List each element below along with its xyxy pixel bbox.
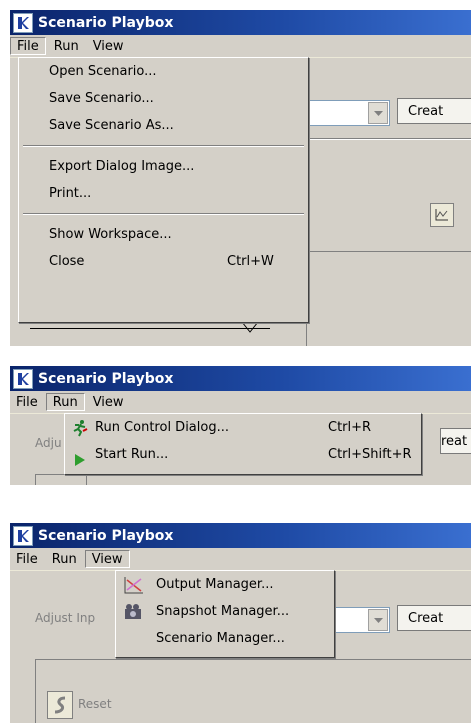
panel-run-menu: Scenario Playbox File Run View Adju reat… <box>10 366 471 485</box>
menu-item-label: Open Scenario... <box>49 64 157 79</box>
menu-item-label: Scenario Manager... <box>156 631 285 646</box>
window-title: Scenario Playbox <box>38 370 174 387</box>
window-title: Scenario Playbox <box>38 14 174 31</box>
menu-item-output-manager[interactable]: Output Manager... <box>116 571 334 598</box>
adjust-label: Adju <box>35 436 62 450</box>
menu-view[interactable]: View <box>87 37 130 55</box>
menu-run[interactable]: Run <box>46 550 83 568</box>
menu-item-label: Print... <box>49 186 92 201</box>
file-dropdown: Open Scenario... Save Scenario... Save S… <box>18 57 309 323</box>
app-icon <box>13 12 33 33</box>
menu-item-label: Save Scenario As... <box>49 118 174 133</box>
menu-item-label: Output Manager... <box>156 577 274 592</box>
panel-file-menu: Scenario Playbox File Run View Creat Ope… <box>10 10 471 346</box>
app-icon <box>13 525 33 546</box>
divider <box>300 138 471 140</box>
menu-item-scenario-manager[interactable]: Scenario Manager... <box>116 625 334 652</box>
title-bar: Scenario Playbox <box>10 366 471 391</box>
chevron-down-icon[interactable] <box>368 609 388 631</box>
menu-bar: File Run View <box>10 548 471 571</box>
app-icon <box>13 368 33 389</box>
menu-item-show-workspace[interactable]: Show Workspace... <box>19 221 308 248</box>
reset-icon[interactable] <box>47 691 73 719</box>
play-icon <box>74 449 86 476</box>
menu-item-start-run[interactable]: Start Run... Ctrl+Shift+R <box>65 441 421 468</box>
menu-file[interactable]: File <box>10 393 44 411</box>
menu-item-run-control-dialog[interactable]: Run Control Dialog... Ctrl+R <box>65 414 421 441</box>
view-dropdown: Output Manager... Snapshot Manager... Sc… <box>115 570 335 658</box>
group-box <box>35 659 471 723</box>
chevron-down-icon[interactable] <box>368 102 388 124</box>
reset-label: Reset <box>78 697 112 711</box>
menu-item-label: Run Control Dialog... <box>95 420 229 435</box>
menu-item-shortcut: Ctrl+W <box>227 254 274 269</box>
menu-item-label: Show Workspace... <box>49 227 172 242</box>
menu-item-save-scenario-as[interactable]: Save Scenario As... <box>19 112 308 139</box>
slider-track[interactable] <box>30 328 270 329</box>
group-box <box>306 251 471 346</box>
menu-item-label: Snapshot Manager... <box>156 604 290 619</box>
menu-item-label: Save Scenario... <box>49 91 154 106</box>
chart-toggle-icon[interactable] <box>430 203 454 227</box>
menu-view[interactable]: View <box>87 393 130 411</box>
menu-item-label: Export Dialog Image... <box>49 159 195 174</box>
menu-run[interactable]: Run <box>48 37 85 55</box>
menu-run[interactable]: Run <box>45 393 85 411</box>
title-bar: Scenario Playbox <box>10 10 471 35</box>
adjust-input-label: Adjust Inp <box>35 611 96 625</box>
menu-item-snapshot-manager[interactable]: Snapshot Manager... <box>116 598 334 625</box>
menu-file[interactable]: File <box>10 37 46 55</box>
window-title: Scenario Playbox <box>38 527 174 544</box>
create-button[interactable]: reat <box>440 428 471 454</box>
menu-separator <box>23 145 304 147</box>
panel-view-menu: Scenario Playbox File Run View Adjust In… <box>10 523 471 723</box>
menu-view[interactable]: View <box>84 550 130 568</box>
menu-item-label: Close <box>49 254 85 269</box>
menu-bar: File Run View <box>10 391 471 414</box>
create-button[interactable]: Creat <box>397 98 471 124</box>
menu-item-export-dialog-image[interactable]: Export Dialog Image... <box>19 153 308 180</box>
menu-item-shortcut: Ctrl+Shift+R <box>328 447 412 462</box>
menu-item-close[interactable]: Close Ctrl+W <box>19 248 308 275</box>
menu-separator <box>23 213 304 215</box>
menu-item-print[interactable]: Print... <box>19 180 308 207</box>
menu-item-open-scenario[interactable]: Open Scenario... <box>19 58 308 85</box>
menu-file[interactable]: File <box>10 550 44 568</box>
create-button[interactable]: Creat <box>397 605 471 631</box>
title-bar: Scenario Playbox <box>10 523 471 548</box>
run-dropdown: Run Control Dialog... Ctrl+R Start Run..… <box>64 413 422 475</box>
menu-item-shortcut: Ctrl+R <box>328 420 372 435</box>
menu-bar: File Run View <box>10 35 471 58</box>
menu-item-label: Start Run... <box>95 447 169 462</box>
menu-item-save-scenario[interactable]: Save Scenario... <box>19 85 308 112</box>
